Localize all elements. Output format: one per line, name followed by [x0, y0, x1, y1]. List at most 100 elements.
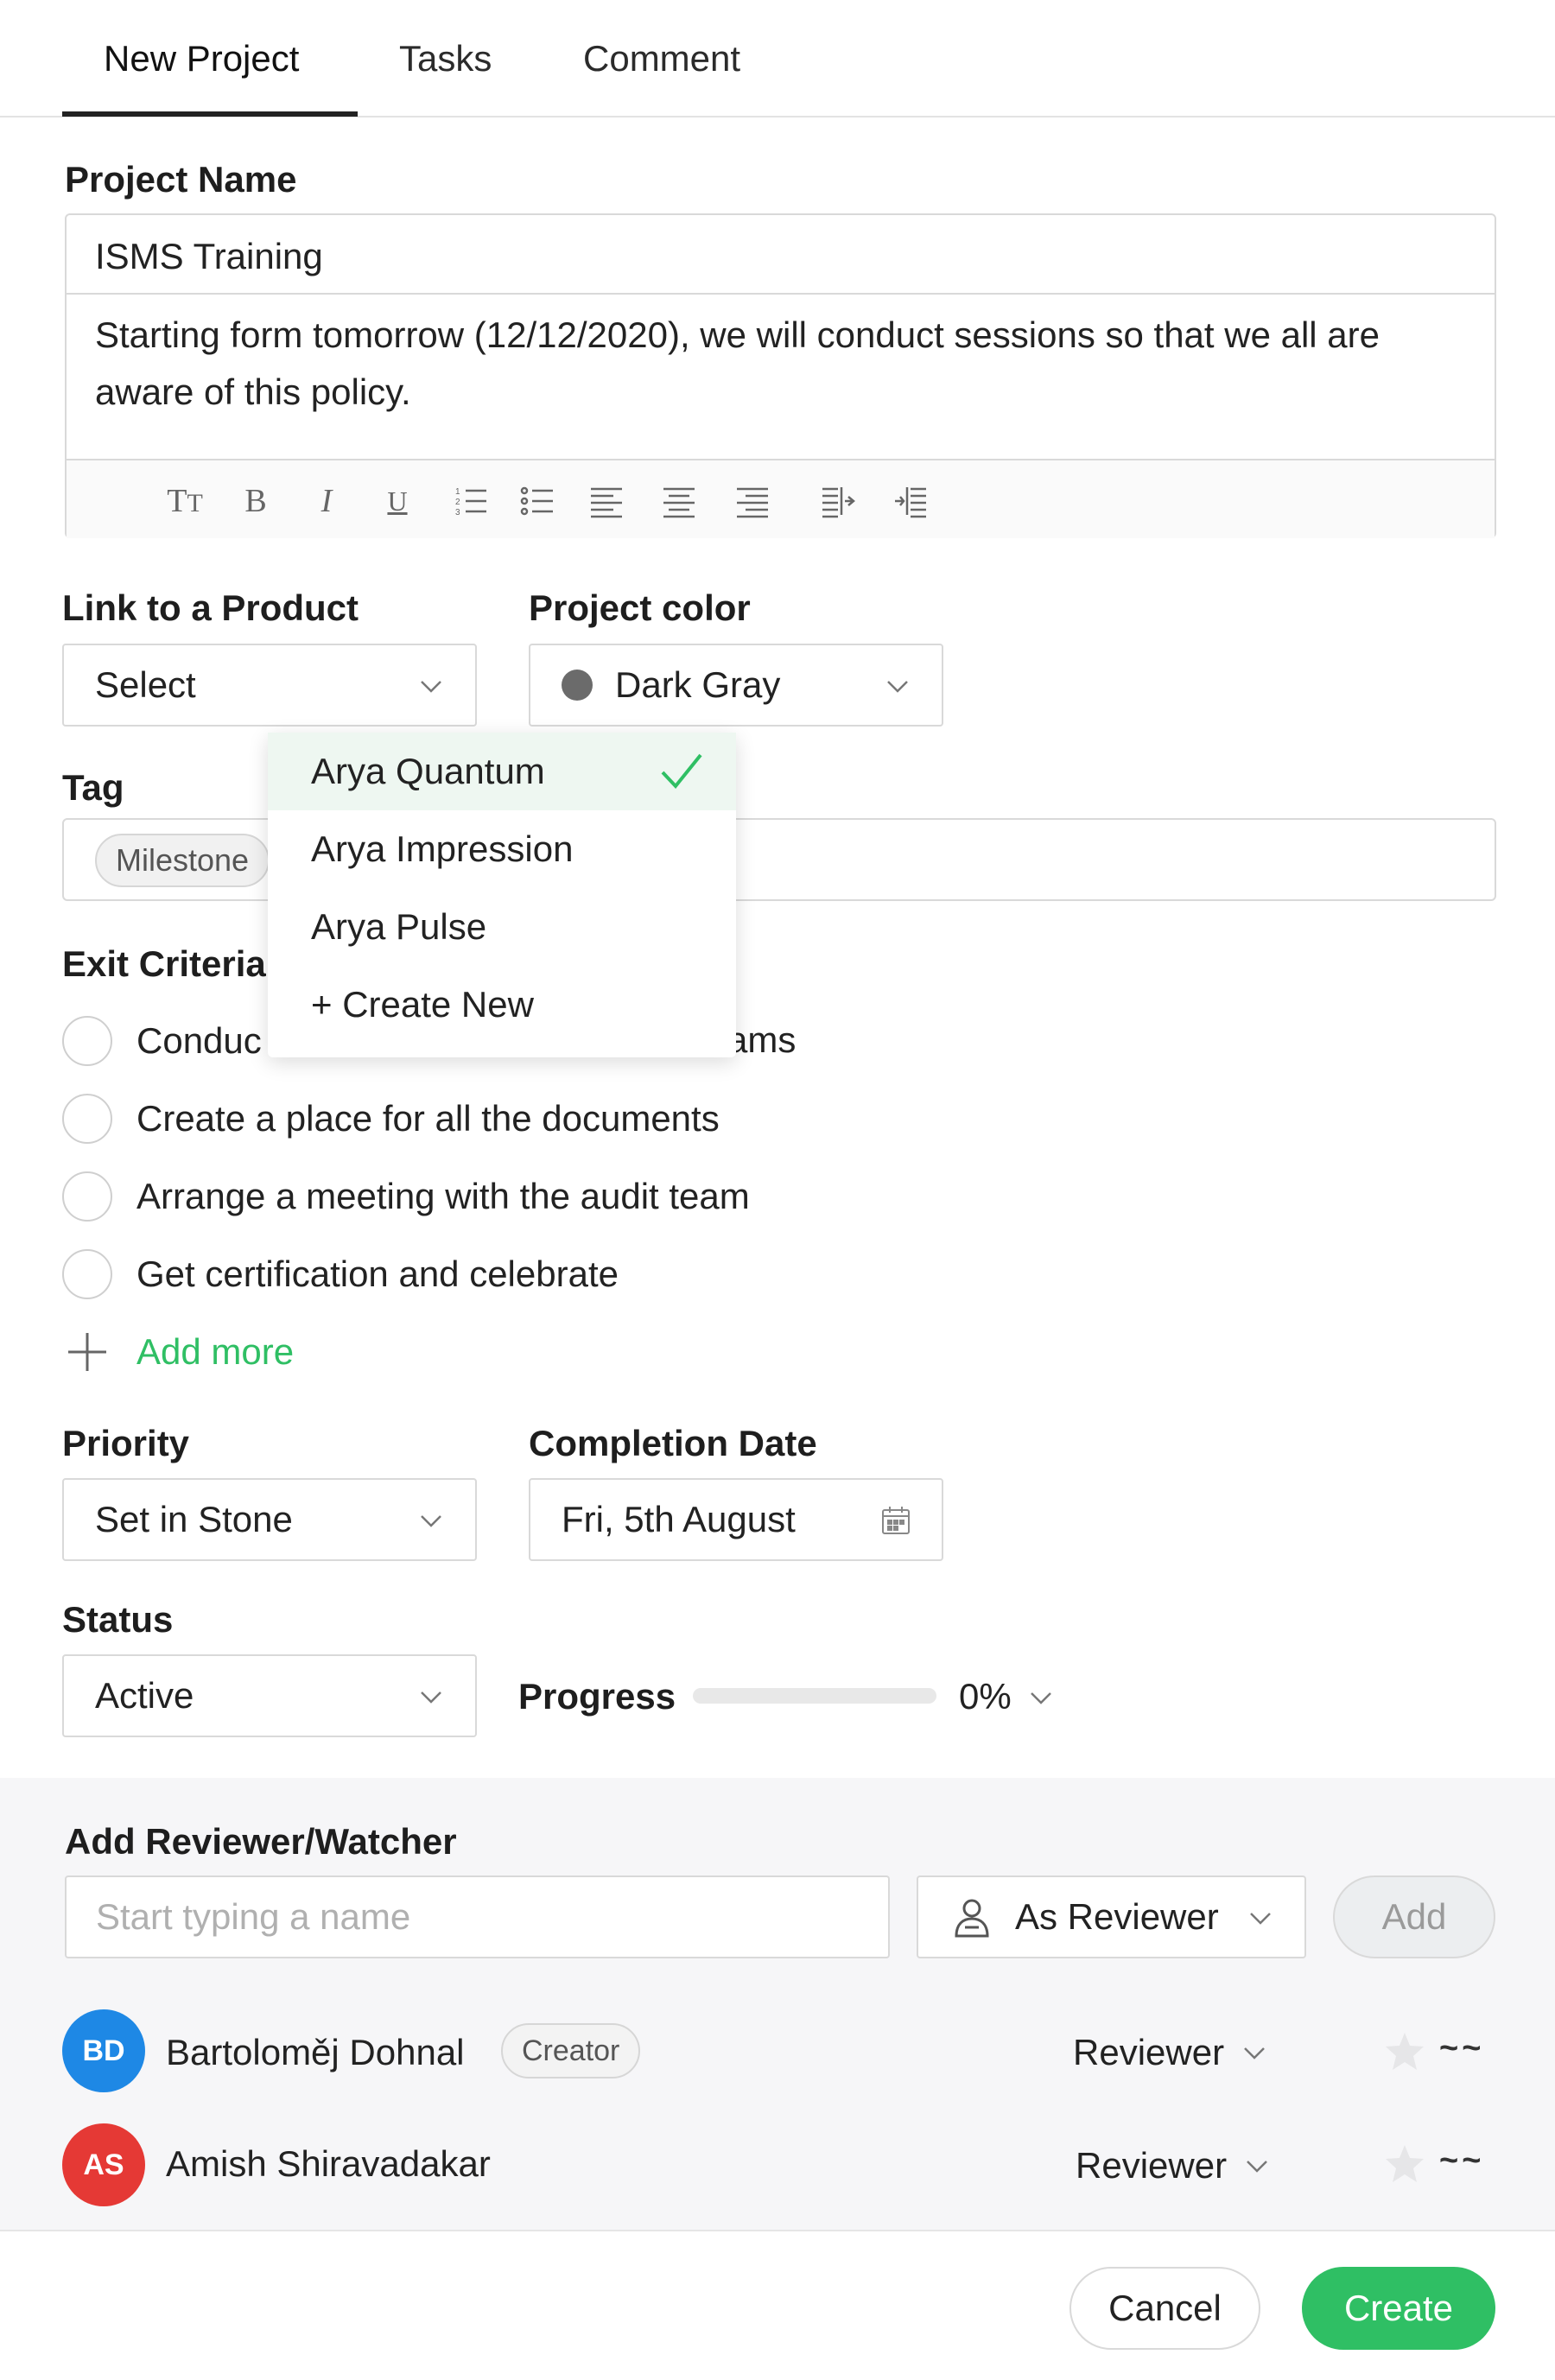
- completion-date-picker[interactable]: Fri, 5th August: [529, 1478, 943, 1561]
- status-label: Status: [62, 1599, 174, 1640]
- link-product-value: Select: [95, 664, 196, 705]
- criteria-checkbox[interactable]: [62, 1016, 112, 1066]
- criteria-checkbox[interactable]: [62, 1171, 112, 1222]
- reviewer-role-dropdown[interactable]: Reviewer: [1073, 2032, 1266, 2073]
- star-icon[interactable]: [1383, 2030, 1426, 2073]
- status-select[interactable]: Active: [62, 1654, 477, 1737]
- avatar: AS: [62, 2123, 145, 2206]
- person-suffix: ~~: [1439, 2142, 1485, 2179]
- product-dropdown-menu: Arya Quantum Arya Impression Arya Pulse …: [268, 733, 736, 1057]
- criteria-item: Create a place for all the documents: [62, 1092, 720, 1146]
- criteria-item: Get certification and celebrate: [62, 1247, 619, 1301]
- align-left-icon[interactable]: [587, 481, 626, 521]
- chevron-down-icon: [1250, 1913, 1271, 1925]
- tab-tasks[interactable]: Tasks: [399, 38, 492, 79]
- editor-toolbar: TT B I U 123: [67, 459, 1495, 538]
- progress-bar[interactable]: [693, 1688, 936, 1704]
- exit-criteria-label: Exit Criteria: [62, 943, 266, 984]
- indent-icon[interactable]: [818, 481, 858, 521]
- check-icon: [661, 753, 702, 790]
- criteria-text: Create a place for all the documents: [136, 1098, 720, 1139]
- align-right-icon[interactable]: [733, 481, 772, 521]
- dropdown-item-create-new[interactable]: + Create New: [268, 966, 736, 1044]
- status-value: Active: [95, 1675, 194, 1716]
- avatar: BD: [62, 2009, 145, 2092]
- dropdown-item-arya-pulse[interactable]: Arya Pulse: [268, 888, 736, 966]
- user-icon: [955, 1899, 989, 1938]
- completion-date-label: Completion Date: [529, 1423, 817, 1463]
- project-color-select[interactable]: Dark Gray: [529, 644, 943, 727]
- priority-select[interactable]: Set in Stone: [62, 1478, 477, 1561]
- criteria-checkbox[interactable]: [62, 1249, 112, 1299]
- calendar-icon: [882, 1507, 910, 1534]
- criteria-item: Arrange a meeting with the audit team: [62, 1170, 750, 1223]
- chevron-down-icon: [1247, 2161, 1267, 2173]
- criteria-text-tail: ams: [727, 1019, 797, 1060]
- chevron-down-icon: [421, 1691, 441, 1704]
- chevron-down-icon: [421, 681, 441, 693]
- dropdown-item-label: Arya Quantum: [311, 751, 545, 791]
- dropdown-item-arya-impression[interactable]: Arya Impression: [268, 810, 736, 888]
- italic-icon[interactable]: I: [307, 481, 346, 521]
- project-description-input[interactable]: Starting form tomorrow (12/12/2020), we …: [95, 307, 1469, 421]
- person-suffix: ~~: [1439, 2030, 1485, 2066]
- chevron-down-icon: [887, 681, 908, 693]
- progress-label: Progress: [518, 1676, 676, 1717]
- chevron-down-icon: [1244, 2047, 1265, 2059]
- tag-chip[interactable]: Milestone: [95, 834, 270, 887]
- priority-value: Set in Stone: [95, 1499, 293, 1539]
- reviewer-name: Bartoloměj Dohnal: [166, 2032, 465, 2072]
- create-button[interactable]: Create: [1302, 2267, 1495, 2350]
- reviewer-role-dropdown[interactable]: Reviewer: [1076, 2145, 1268, 2186]
- reviewer-role-label: Reviewer: [1073, 2032, 1225, 2072]
- reviewer-section-title: Add Reviewer/Watcher: [65, 1821, 457, 1862]
- ordered-list-icon[interactable]: 123: [451, 481, 491, 521]
- color-swatch: [562, 670, 593, 701]
- outdent-icon[interactable]: [891, 481, 930, 521]
- tab-comment[interactable]: Comment: [583, 38, 740, 79]
- reviewer-role-label: Reviewer: [1076, 2145, 1228, 2186]
- criteria-item: Conduc: [62, 1014, 262, 1068]
- project-name-input[interactable]: ISMS Training: [67, 215, 1495, 295]
- dropdown-item-arya-quantum[interactable]: Arya Quantum: [268, 733, 736, 810]
- criteria-text: Arrange a meeting with the audit team: [136, 1176, 750, 1216]
- chevron-down-icon: [421, 1515, 441, 1527]
- plus-icon: [68, 1333, 106, 1371]
- svg-text:1: 1: [455, 487, 460, 497]
- svg-text:2: 2: [455, 498, 460, 507]
- completion-date-value: Fri, 5th August: [562, 1499, 796, 1539]
- dropdown-item-label: + Create New: [311, 984, 534, 1025]
- add-reviewer-button[interactable]: Add: [1333, 1875, 1495, 1958]
- project-editor: ISMS Training Starting form tomorrow (12…: [65, 213, 1496, 538]
- add-more-label: Add more: [136, 1331, 295, 1372]
- dropdown-item-label: Arya Impression: [311, 828, 574, 869]
- reviewer-role-value: As Reviewer: [1015, 1896, 1219, 1937]
- align-center-icon[interactable]: [659, 481, 699, 521]
- tab-new-project[interactable]: New Project: [104, 38, 299, 79]
- add-more-button[interactable]: Add more: [66, 1330, 294, 1374]
- link-product-label: Link to a Product: [62, 587, 359, 628]
- progress-value: 0%: [959, 1676, 1012, 1717]
- underline-icon[interactable]: U: [378, 481, 417, 521]
- dropdown-item-label: Arya Pulse: [311, 906, 487, 947]
- reviewer-search-input[interactable]: [65, 1875, 890, 1958]
- criteria-checkbox[interactable]: [62, 1094, 112, 1144]
- link-product-select[interactable]: Select: [62, 644, 477, 727]
- chevron-down-icon[interactable]: [1030, 1686, 1052, 1709]
- criteria-text: Get certification and celebrate: [136, 1253, 619, 1294]
- creator-badge: Creator: [501, 2023, 641, 2079]
- bullet-list-icon[interactable]: [517, 481, 557, 521]
- cancel-button[interactable]: Cancel: [1069, 2267, 1260, 2350]
- project-color-label: Project color: [529, 587, 751, 628]
- star-icon[interactable]: [1383, 2142, 1426, 2186]
- bold-icon[interactable]: B: [236, 481, 276, 521]
- text-size-icon[interactable]: TT: [165, 481, 205, 521]
- reviewer-role-select[interactable]: As Reviewer: [917, 1875, 1306, 1958]
- priority-label: Priority: [62, 1423, 190, 1463]
- project-name-label: Project Name: [65, 159, 297, 200]
- tag-label: Tag: [62, 767, 124, 808]
- active-tab-indicator: [62, 111, 358, 117]
- reviewer-name: Amish Shiravadakar: [166, 2143, 491, 2184]
- project-color-value: Dark Gray: [615, 664, 781, 705]
- svg-text:3: 3: [455, 508, 460, 517]
